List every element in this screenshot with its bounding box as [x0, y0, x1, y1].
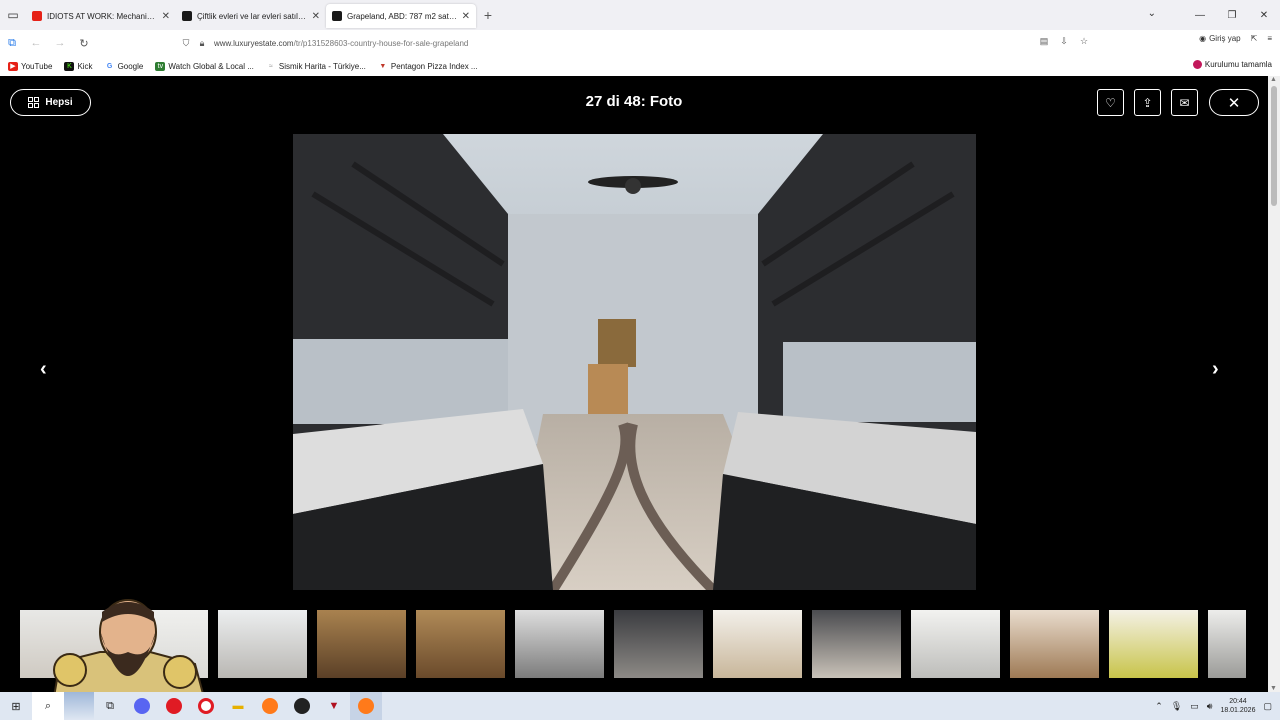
reader-view-icon[interactable]: ▤ [1036, 36, 1052, 47]
bookmark-star-icon[interactable]: ☆ [1076, 36, 1092, 47]
tab-title: Grapeland, ABD: 787 m2 satılık [347, 11, 458, 21]
clock[interactable]: 20:44 18.01.2026 [1220, 697, 1255, 715]
tab-title: IDIOTS AT WORK: Mechanic Ed [47, 11, 158, 21]
account-icon: ◉ [1199, 34, 1207, 43]
windows-taskbar: ⊞ ⌕ ⧉ ▬ ▼ ⌃ 🎙︎ ▭ 🔊︎ 20:44 18.01.2026 ▢ [0, 692, 1280, 720]
thumbnail[interactable] [911, 610, 1000, 678]
url-bar[interactable]: ⛉ 🔒︎ www.luxuryestate.com/tr/p131528603-… [178, 33, 1092, 53]
previous-photo-arrow-icon[interactable]: ‹ [40, 358, 47, 381]
bookmark-watch-global[interactable]: tv Watch Global & Local ... [155, 61, 254, 71]
login-button[interactable]: ◉ Giriş yap [1199, 34, 1241, 43]
gallery-title: 27 di 48: Foto [585, 93, 683, 110]
new-tab-button[interactable]: + [476, 7, 500, 23]
email-button[interactable]: ✉ [1171, 89, 1198, 116]
youtube-icon: ▶ [8, 61, 18, 71]
system-tray: ⌃ 🎙︎ ▭ 🔊︎ 20:44 18.01.2026 ▢ [1155, 692, 1272, 720]
scrollbar-thumb[interactable] [1271, 86, 1277, 206]
volume-icon[interactable]: 🔊︎ [1207, 701, 1213, 712]
window-controls: — ❐ ✕ [1184, 0, 1280, 30]
url-text[interactable]: www.luxuryestate.com/tr/p131528603-count… [214, 39, 468, 48]
search-highlight-image[interactable] [64, 692, 94, 720]
share-icon: ⇪ [1142, 95, 1153, 110]
close-tab-icon[interactable]: ✕ [312, 11, 320, 22]
google-icon: G [104, 61, 115, 71]
bookmark-youtube[interactable]: ▶ YouTube [8, 61, 52, 71]
complete-setup-bookmark[interactable]: Kurulumu tamamla [1192, 60, 1272, 69]
tab-title: Çiftlik evleri ve lar evleri satılık A [197, 11, 308, 21]
menu-icon[interactable]: ≡ [1267, 34, 1272, 43]
seismic-icon: ≈ [265, 61, 276, 71]
tab-strip: ▭ IDIOTS AT WORK: Mechanic Ed ✕ Çiftlik … [0, 0, 1280, 30]
microphone-icon[interactable]: 🎙︎ [1171, 701, 1182, 712]
tab-youtube[interactable]: IDIOTS AT WORK: Mechanic Ed ✕ [26, 4, 176, 28]
thumbnail[interactable] [317, 610, 406, 678]
bookmark-sismik-harita[interactable]: ≈ Sismik Harita - Türkiye... [265, 61, 366, 71]
next-photo-arrow-icon[interactable]: › [1212, 358, 1219, 381]
page-scrollbar[interactable]: ▲ ▼ [1268, 76, 1280, 692]
setup-icon [1192, 60, 1202, 69]
bunk-room-photo [293, 134, 976, 590]
thumbnail[interactable] [416, 610, 505, 678]
opera-app-icon[interactable] [190, 692, 222, 720]
tv-icon: tv [155, 61, 166, 71]
app-icon[interactable] [286, 692, 318, 720]
thumbnail[interactable] [812, 610, 901, 678]
thumbnail[interactable] [1208, 610, 1246, 678]
save-page-icon[interactable]: ⇩ [1056, 36, 1072, 47]
thumbnail[interactable] [515, 610, 604, 678]
bookmark-google[interactable]: G Google [104, 61, 143, 71]
tray-overflow-icon[interactable]: ⌃ [1155, 701, 1163, 712]
forward-icon[interactable]: → [48, 37, 72, 49]
task-view-icon[interactable]: ⧉ [94, 692, 126, 720]
scroll-down-icon[interactable]: ▼ [1270, 685, 1277, 692]
thumbnail[interactable] [1010, 610, 1099, 678]
search-icon[interactable]: ⌕ [32, 692, 64, 720]
pizza-icon: ▼ [377, 61, 388, 71]
tab-ciftlik[interactable]: Çiftlik evleri ve lar evleri satılık A ✕ [176, 4, 326, 28]
thumbnail[interactable] [218, 610, 307, 678]
close-tab-icon[interactable]: ✕ [462, 11, 470, 22]
navigation-bar: ⧉ ← → ↻ ⛉ 🔒︎ www.luxuryestate.com/tr/p13… [0, 30, 1280, 56]
extensions-icon[interactable]: ⇱ [1251, 34, 1258, 43]
thumbnail[interactable] [713, 610, 802, 678]
youtube-favicon-icon [32, 11, 42, 21]
mail-icon: ✉ [1179, 95, 1190, 110]
favorite-button[interactable]: ♡ [1097, 89, 1124, 116]
firefox-view-icon[interactable]: ▭ [0, 0, 26, 30]
lock-icon[interactable]: 🔒︎ [194, 38, 210, 49]
luxuryestate-favicon-icon [182, 11, 192, 21]
close-gallery-button[interactable]: ✕ [1209, 89, 1259, 116]
thumbnail[interactable] [1109, 610, 1198, 678]
kick-icon: K [64, 61, 75, 71]
restore-icon[interactable]: ❐ [1216, 10, 1248, 21]
game-app-icon[interactable]: ▼ [318, 692, 350, 720]
luxuryestate-favicon-icon [332, 11, 342, 21]
scroll-up-icon[interactable]: ▲ [1270, 76, 1277, 83]
main-photo [293, 134, 976, 590]
bookmark-pentagon-pizza[interactable]: ▼ Pentagon Pizza Index ... [377, 61, 478, 71]
network-icon[interactable]: ▭ [1190, 701, 1199, 712]
start-menu-icon[interactable]: ⊞ [0, 692, 32, 720]
list-all-tabs-icon[interactable]: ⌄ [1148, 8, 1156, 19]
minimize-icon[interactable]: — [1184, 10, 1216, 21]
discord-app-icon[interactable] [126, 692, 158, 720]
close-window-icon[interactable]: ✕ [1248, 10, 1280, 21]
close-icon: ✕ [1227, 94, 1241, 112]
firefox-active-app-icon[interactable] [350, 692, 382, 720]
notifications-icon[interactable]: ▢ [1263, 701, 1272, 712]
heart-icon: ♡ [1105, 95, 1116, 110]
close-tab-icon[interactable]: ✕ [162, 11, 170, 22]
tracking-protection-icon[interactable]: ⛉ [178, 38, 194, 49]
bookmark-kick[interactable]: K Kick [64, 61, 93, 71]
bookmarks-bar: ▶ YouTube K Kick G Google tv Watch Global & … [0, 56, 1280, 76]
thumbnail[interactable] [614, 610, 703, 678]
reload-icon[interactable]: ↻ [72, 37, 96, 50]
share-button[interactable]: ⇪ [1134, 89, 1161, 116]
opera-gx-app-icon[interactable] [158, 692, 190, 720]
tab-grapeland[interactable]: Grapeland, ABD: 787 m2 satılık ✕ [326, 4, 476, 28]
sidebar-icon[interactable]: ⧉ [0, 37, 24, 50]
back-icon[interactable]: ← [24, 37, 48, 49]
file-explorer-icon[interactable]: ▬ [222, 692, 254, 720]
firefox-app-icon[interactable] [254, 692, 286, 720]
